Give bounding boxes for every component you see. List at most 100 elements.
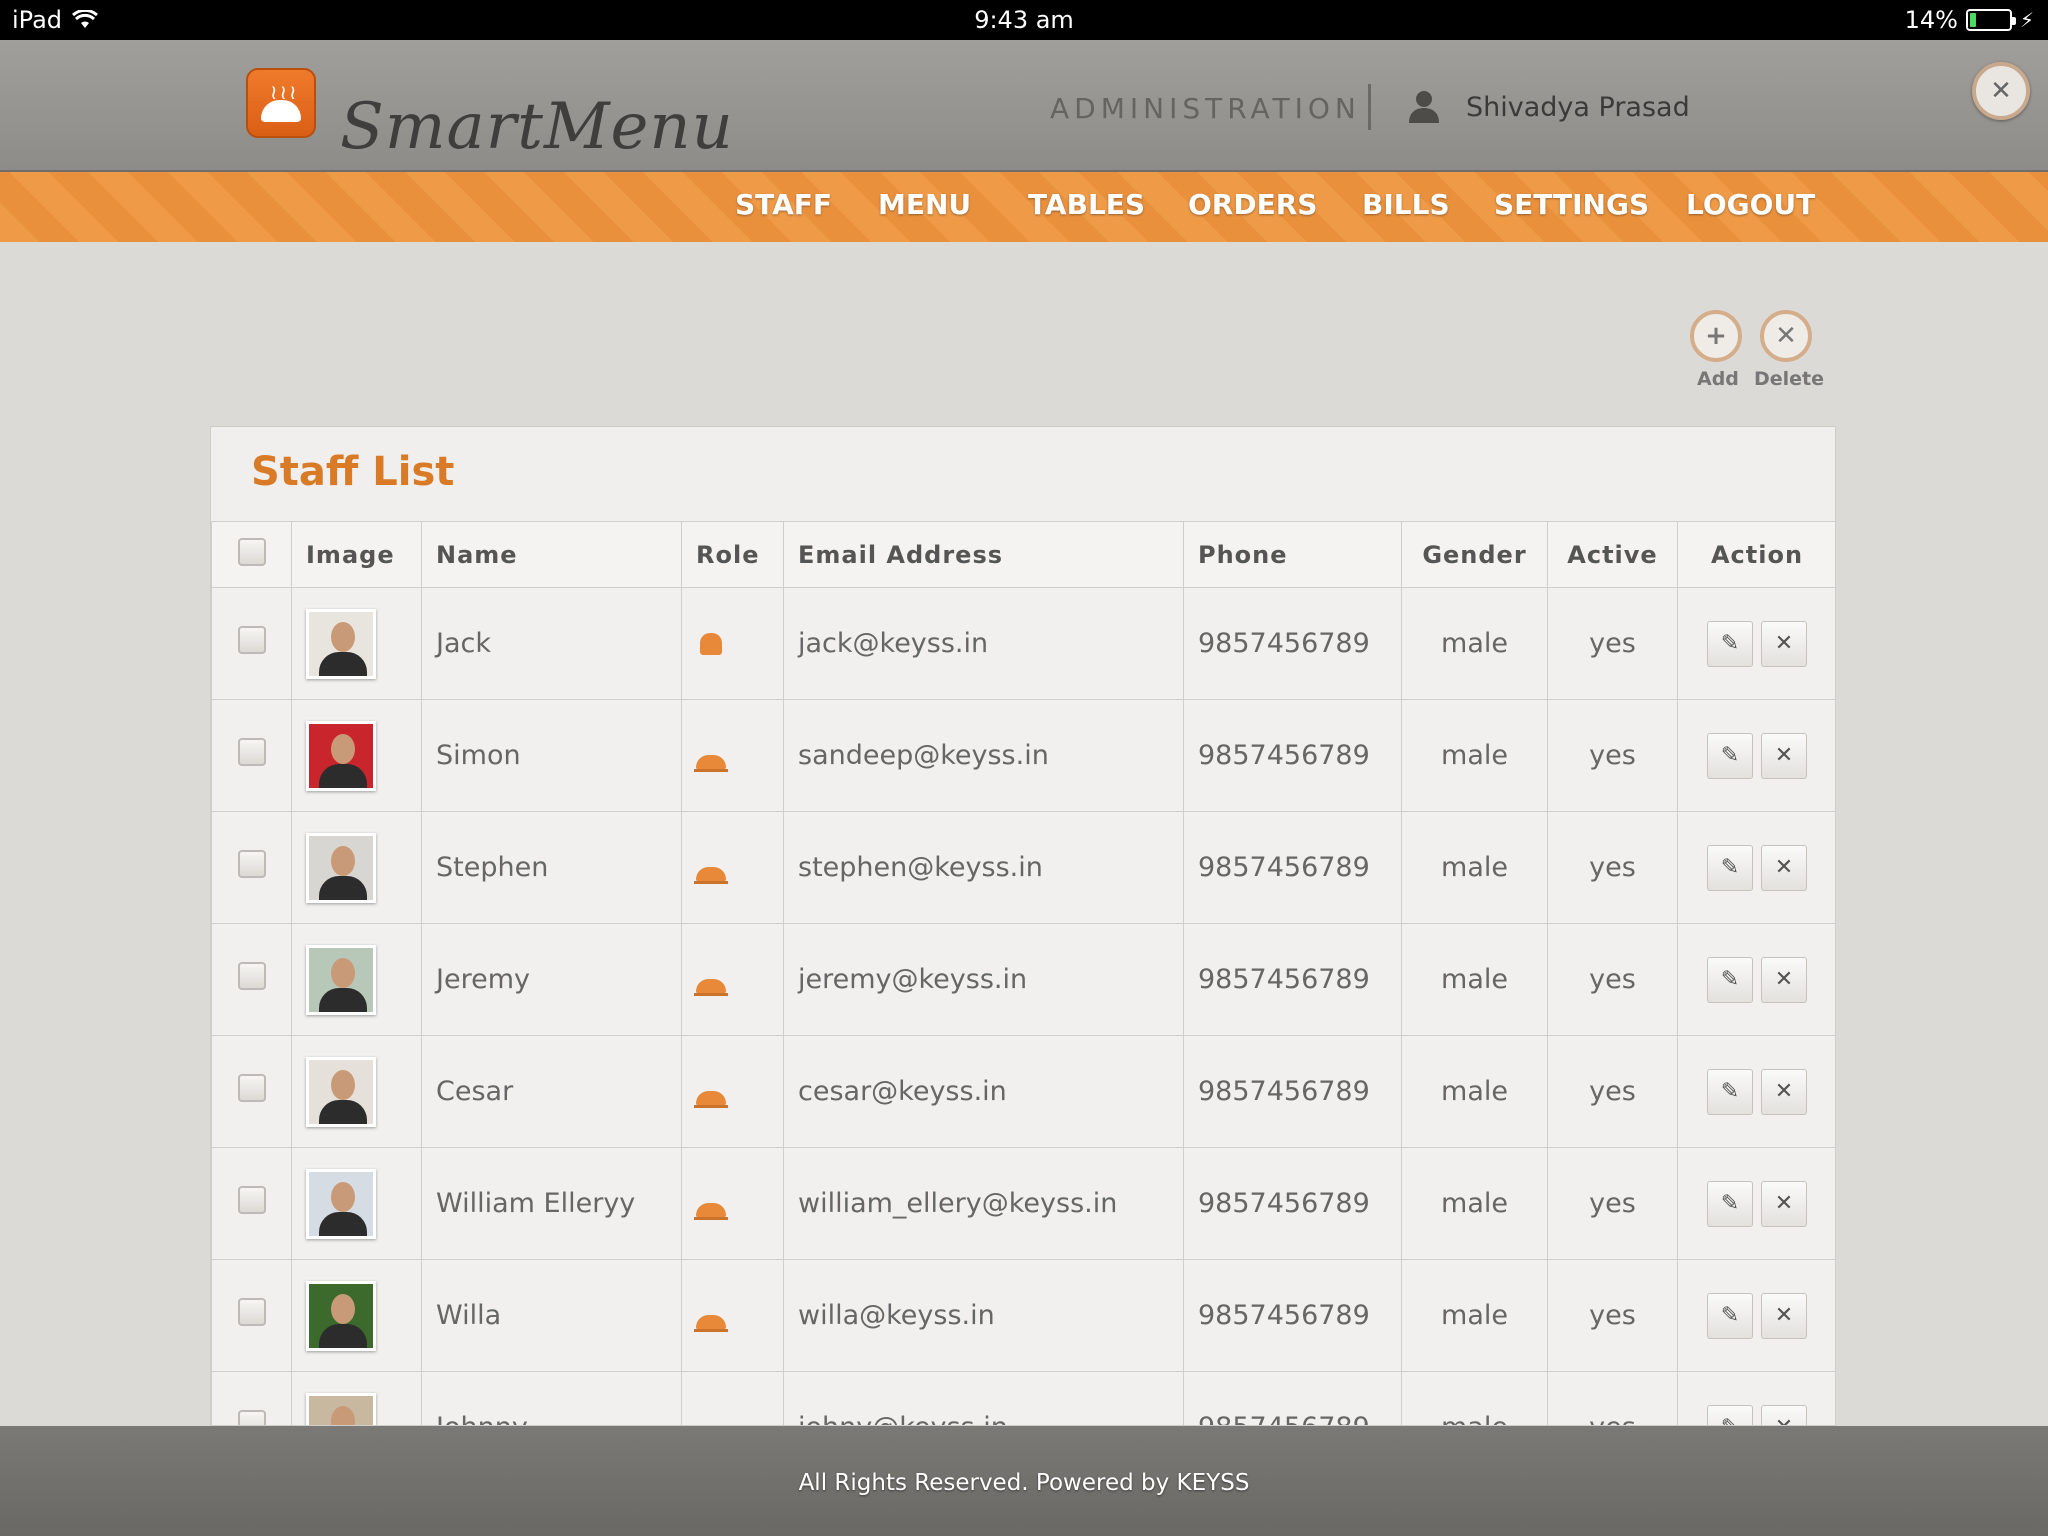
cloche-icon: [694, 1305, 728, 1332]
avatar: [306, 1168, 376, 1239]
user-name[interactable]: Shivadya Prasad: [1466, 92, 1690, 123]
edit-button[interactable]: ✎: [1707, 956, 1753, 1003]
row-image-cell: [291, 1371, 422, 1425]
cloche-icon: [694, 745, 728, 772]
row-role-cell: [681, 811, 784, 924]
row-actions: ✎✕: [1677, 1259, 1835, 1372]
row-gender: male: [1401, 587, 1548, 700]
edit-button[interactable]: ✎: [1707, 844, 1753, 891]
row-role-cell: [681, 587, 784, 700]
edit-button[interactable]: ✎: [1707, 620, 1753, 667]
user-icon: [1409, 91, 1439, 123]
table-row: William Elleryy william_ellery@keyss.in 98…: [211, 1147, 1835, 1260]
row-gender: male: [1401, 1259, 1548, 1372]
select-all-checkbox[interactable]: [237, 537, 266, 566]
row-phone: 9857456789: [1183, 1259, 1402, 1372]
row-checkbox[interactable]: [237, 1410, 266, 1425]
row-image-cell: [291, 811, 422, 924]
row-email: jeremy@keyss.in: [783, 923, 1184, 1036]
battery-icon: [1965, 9, 2016, 31]
row-image-cell: [291, 699, 422, 812]
edit-button[interactable]: ✎: [1707, 1292, 1753, 1339]
avatar: [306, 720, 376, 791]
remove-button[interactable]: ✕: [1761, 732, 1807, 779]
avatar: [306, 944, 376, 1015]
row-image-cell: [291, 1035, 422, 1148]
card-title: Staff List: [251, 449, 455, 495]
delete-label: Delete: [1754, 368, 1825, 390]
clock: 9:43 am: [974, 6, 1074, 34]
row-actions: ✎✕: [1677, 1035, 1835, 1148]
row-select-cell: [211, 923, 292, 1036]
pencil-icon: ✎: [1720, 966, 1740, 992]
row-active: yes: [1547, 699, 1678, 812]
row-checkbox[interactable]: [237, 1298, 266, 1326]
close-icon: ✕: [1774, 1190, 1794, 1216]
close-icon: ✕: [1774, 1078, 1794, 1104]
row-role-cell: [681, 923, 784, 1036]
select-all-cell: [211, 521, 292, 588]
row-checkbox[interactable]: [237, 1186, 266, 1214]
row-checkbox[interactable]: [237, 626, 266, 654]
edit-button[interactable]: ✎: [1707, 732, 1753, 779]
remove-button[interactable]: ✕: [1761, 1292, 1807, 1339]
row-actions: ✎✕: [1677, 923, 1835, 1036]
edit-button[interactable]: ✎: [1707, 1068, 1753, 1115]
section-label: ADMINISTRATION: [1050, 92, 1361, 125]
remove-button[interactable]: ✕: [1761, 844, 1807, 891]
row-phone: 9857456789: [1183, 1147, 1402, 1260]
remove-button[interactable]: ✕: [1761, 620, 1807, 667]
column-header-email: Email Address: [783, 521, 1184, 588]
row-phone: 9857456789: [1183, 1035, 1402, 1148]
remove-button[interactable]: ✕: [1761, 1180, 1807, 1227]
row-active: yes: [1547, 587, 1678, 700]
row-gender: male: [1401, 923, 1548, 1036]
pencil-icon: ✎: [1720, 1302, 1740, 1328]
row-name: Willa: [421, 1259, 682, 1372]
delete-button[interactable]: ✕: [1760, 310, 1812, 362]
staff-list-card: Staff List Image Name Role Email Address…: [210, 426, 1836, 1426]
row-checkbox[interactable]: [237, 962, 266, 990]
remove-button[interactable]: ✕: [1761, 1068, 1807, 1115]
add-button[interactable]: +: [1690, 310, 1742, 362]
row-select-cell: [211, 587, 292, 700]
row-checkbox[interactable]: [237, 850, 266, 878]
row-checkbox[interactable]: [237, 738, 266, 766]
edit-button[interactable]: ✎: [1707, 1180, 1753, 1227]
avatar: [306, 1280, 376, 1351]
status-bar: iPad 9:43 am 14% ⚡: [0, 0, 2048, 40]
avatar: [306, 1392, 376, 1425]
row-image-cell: [291, 1259, 422, 1372]
close-icon: ✕: [1774, 966, 1794, 992]
row-active: yes: [1547, 1259, 1678, 1372]
row-name: Jeremy: [421, 923, 682, 1036]
row-email: cesar@keyss.in: [783, 1035, 1184, 1148]
nav-settings[interactable]: SETTINGS: [1494, 188, 1649, 221]
close-icon: ✕: [1774, 1302, 1794, 1328]
row-active: yes: [1547, 811, 1678, 924]
table-row: Simon sandeep@keyss.in 9857456789 male yes ✎ ✕: [211, 699, 1835, 812]
close-icon: ✕: [1990, 76, 2012, 106]
remove-button[interactable]: ✕: [1761, 1404, 1807, 1425]
row-phone: 9857456789: [1183, 1371, 1402, 1425]
row-gender: male: [1401, 1035, 1548, 1148]
nav-orders[interactable]: ORDERS: [1188, 188, 1317, 221]
row-email: stephen@keyss.in: [783, 811, 1184, 924]
nav-staff[interactable]: STAFF: [735, 188, 832, 221]
cloche-icon: [696, 1417, 726, 1426]
row-checkbox[interactable]: [237, 1074, 266, 1102]
avatar: [306, 1056, 376, 1127]
nav-logout[interactable]: LOGOUT: [1686, 188, 1815, 221]
row-phone: 9857456789: [1183, 699, 1402, 812]
nav-tables[interactable]: TABLES: [1028, 188, 1145, 221]
edit-button[interactable]: ✎: [1707, 1404, 1753, 1425]
nav-bills[interactable]: BILLS: [1362, 188, 1450, 221]
main-nav: STAFF MENU TABLES ORDERS BILLS SETTINGS …: [0, 172, 2048, 242]
row-image-cell: [291, 1147, 422, 1260]
header-divider: [1368, 84, 1371, 130]
remove-button[interactable]: ✕: [1761, 956, 1807, 1003]
close-button[interactable]: ✕: [1972, 62, 2030, 120]
footer-text: All Rights Reserved. Powered by KEYSS: [798, 1470, 1250, 1496]
nav-menu[interactable]: MENU: [878, 188, 971, 221]
staff-table: Image Name Role Email Address Phone Gend…: [211, 521, 1835, 1426]
